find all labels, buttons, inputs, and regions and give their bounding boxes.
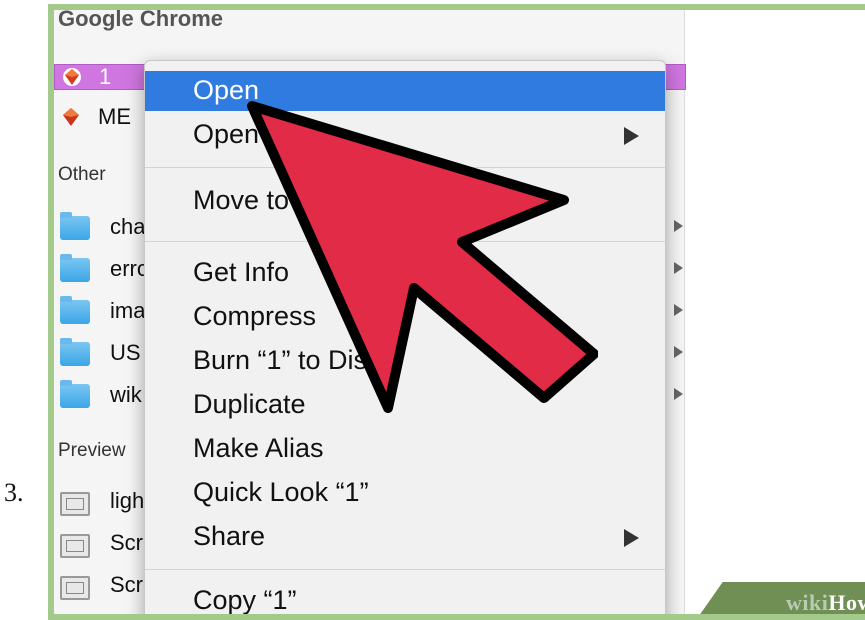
app-group-title: Google Chrome bbox=[58, 6, 224, 31]
submenu-arrow-icon bbox=[624, 127, 639, 145]
submenu-arrow-icon bbox=[624, 529, 639, 547]
menu-separator bbox=[145, 569, 665, 570]
folder-icon bbox=[60, 338, 90, 366]
wikihow-logo: wikiHow bbox=[786, 590, 865, 616]
menu-item-label: Copy “1” bbox=[193, 585, 297, 615]
image-file-icon bbox=[60, 576, 90, 600]
group-header-preview: Preview bbox=[58, 440, 126, 461]
menu-item-label: Make Alias bbox=[193, 433, 324, 463]
menu-item-label: Quick Look “1” bbox=[193, 477, 369, 507]
image-file-icon bbox=[60, 614, 90, 620]
wikihow-logo-how: How bbox=[828, 590, 865, 615]
folder-icon bbox=[60, 212, 90, 240]
disclosure-arrow-icon[interactable] bbox=[674, 388, 683, 400]
disclosure-arrow-icon[interactable] bbox=[674, 346, 683, 358]
red-pointer-arrow-icon bbox=[247, 101, 598, 413]
screenshot-frame: Google Chrome 1 ME Other cha erro ima US… bbox=[48, 4, 865, 620]
menu-item-quick-look[interactable]: Quick Look “1” bbox=[145, 473, 665, 513]
file-label[interactable]: Sc bbox=[110, 610, 136, 620]
file-label[interactable]: ligh bbox=[110, 488, 144, 514]
folder-label[interactable]: ima bbox=[110, 298, 145, 324]
folder-icon bbox=[60, 296, 90, 324]
file-label[interactable]: Scr bbox=[110, 572, 143, 598]
image-file-icon bbox=[60, 492, 90, 516]
menu-item-label: Share bbox=[193, 521, 266, 551]
file-label[interactable]: Scr bbox=[110, 530, 143, 556]
folder-label[interactable]: US bbox=[110, 340, 141, 366]
disclosure-arrow-icon[interactable] bbox=[674, 220, 683, 232]
menu-item-share[interactable]: Share bbox=[145, 517, 665, 557]
finder-row-label: 1 bbox=[99, 64, 112, 89]
menu-item-make-alias[interactable]: Make Alias bbox=[145, 429, 665, 469]
folder-icon bbox=[60, 380, 90, 408]
folder-label[interactable]: wik bbox=[110, 382, 142, 408]
image-file-icon bbox=[60, 534, 90, 558]
ruby-file-icon bbox=[63, 68, 81, 86]
ruby-file-icon bbox=[63, 108, 79, 126]
folder-icon bbox=[60, 254, 90, 282]
folder-label[interactable]: cha bbox=[110, 214, 145, 240]
disclosure-arrow-icon[interactable] bbox=[674, 262, 683, 274]
finder-row-label: ME bbox=[98, 104, 131, 129]
step-number: 3. bbox=[4, 478, 24, 507]
group-header-other: Other bbox=[58, 164, 106, 185]
wikihow-logo-wiki: wiki bbox=[786, 590, 829, 615]
disclosure-arrow-icon[interactable] bbox=[674, 304, 683, 316]
menu-item-copy[interactable]: Copy “1” bbox=[145, 581, 665, 620]
